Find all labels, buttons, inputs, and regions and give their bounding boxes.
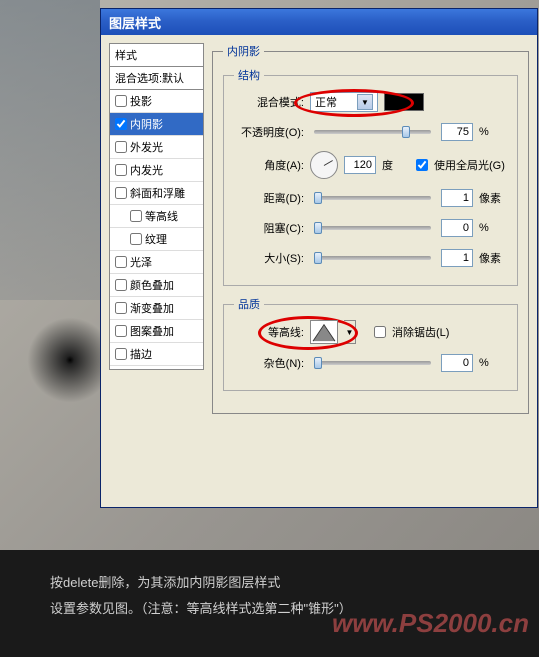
angle-input[interactable]: [344, 156, 376, 174]
angle-unit: 度: [382, 157, 410, 173]
chevron-down-icon: ▼: [357, 94, 373, 110]
style-item[interactable]: 外发光: [110, 136, 203, 159]
style-label: 纹理: [145, 231, 167, 247]
style-item[interactable]: 光泽: [110, 251, 203, 274]
choke-input[interactable]: [441, 219, 473, 237]
style-label: 内发光: [130, 162, 163, 178]
opacity-input[interactable]: [441, 123, 473, 141]
choke-label: 阻塞(C):: [234, 220, 304, 236]
style-label: 颜色叠加: [130, 277, 174, 293]
style-label: 外发光: [130, 139, 163, 155]
style-checkbox[interactable]: [115, 164, 127, 176]
style-label: 等高线: [145, 208, 178, 224]
global-light-checkbox[interactable]: [416, 159, 428, 171]
structure-group: 结构 混合模式: 正常 ▼ 不透明度(O): %: [223, 67, 518, 286]
style-item[interactable]: 斜面和浮雕: [110, 182, 203, 205]
tutorial-caption: 按delete删除，为其添加内阴影图层样式 设置参数见图。（注意：等高线样式选第…: [0, 550, 539, 657]
style-checkbox[interactable]: [115, 302, 127, 314]
distance-label: 距离(D):: [234, 190, 304, 206]
style-label: 光泽: [130, 254, 152, 270]
choke-slider[interactable]: [314, 226, 431, 230]
opacity-label: 不透明度(O):: [234, 124, 304, 140]
styles-list: 投影内阴影外发光内发光斜面和浮雕等高线纹理光泽颜色叠加渐变叠加图案叠加描边: [109, 90, 204, 370]
blend-mode-label: 混合模式:: [234, 94, 304, 110]
noise-slider[interactable]: [314, 361, 431, 365]
style-item[interactable]: 等高线: [110, 205, 203, 228]
layer-style-dialog: 图层样式 样式 混合选项:默认 投影内阴影外发光内发光斜面和浮雕等高线纹理光泽颜…: [100, 8, 538, 508]
size-slider[interactable]: [314, 256, 431, 260]
style-checkbox[interactable]: [115, 256, 127, 268]
style-checkbox[interactable]: [115, 141, 127, 153]
style-checkbox[interactable]: [115, 95, 127, 107]
structure-legend: 结构: [234, 67, 264, 83]
style-item[interactable]: 纹理: [110, 228, 203, 251]
antialias-checkbox[interactable]: [374, 326, 386, 338]
style-label: 图案叠加: [130, 323, 174, 339]
antialias-label: 消除锯齿(L): [392, 324, 449, 340]
style-label: 投影: [130, 93, 152, 109]
style-item[interactable]: 描边: [110, 343, 203, 366]
style-checkbox[interactable]: [130, 233, 142, 245]
distance-slider[interactable]: [314, 196, 431, 200]
contour-label: 等高线:: [234, 324, 304, 340]
sidebar-header[interactable]: 样式: [109, 43, 204, 67]
style-checkbox[interactable]: [115, 187, 127, 199]
style-item[interactable]: 图案叠加: [110, 320, 203, 343]
quality-legend: 品质: [234, 296, 264, 312]
noise-label: 杂色(N):: [234, 355, 304, 371]
style-checkbox[interactable]: [115, 279, 127, 291]
shadow-color-swatch[interactable]: [384, 93, 424, 111]
style-item[interactable]: 颜色叠加: [110, 274, 203, 297]
style-item[interactable]: 内发光: [110, 159, 203, 182]
blend-mode-dropdown[interactable]: 正常 ▼: [310, 92, 378, 112]
blend-mode-value: 正常: [315, 94, 337, 110]
style-label: 内阴影: [130, 116, 163, 132]
angle-label: 角度(A):: [234, 157, 304, 173]
noise-unit: %: [479, 357, 507, 369]
style-label: 描边: [130, 346, 152, 362]
style-label: 斜面和浮雕: [130, 185, 185, 201]
opacity-slider[interactable]: [314, 130, 431, 134]
contour-picker[interactable]: [310, 320, 338, 344]
style-item[interactable]: 内阴影: [110, 113, 203, 136]
style-item[interactable]: 投影: [110, 90, 203, 113]
choke-unit: %: [479, 222, 507, 234]
styles-sidebar: 样式 混合选项:默认 投影内阴影外发光内发光斜面和浮雕等高线纹理光泽颜色叠加渐变…: [109, 43, 204, 499]
quality-group: 品质 等高线: ▼ 消除锯齿(L) 杂色(N):: [223, 296, 518, 391]
distance-unit: 像素: [479, 190, 507, 206]
opacity-unit: %: [479, 126, 507, 138]
blend-options[interactable]: 混合选项:默认: [109, 67, 204, 90]
titlebar[interactable]: 图层样式: [101, 9, 537, 35]
distance-input[interactable]: [441, 189, 473, 207]
inner-shadow-panel: 内阴影 结构 混合模式: 正常 ▼ 不透明度(O):: [212, 43, 529, 414]
style-checkbox[interactable]: [115, 325, 127, 337]
panel-title: 内阴影: [223, 43, 264, 59]
caption-line-1: 按delete删除，为其添加内阴影图层样式: [50, 570, 489, 596]
angle-dial[interactable]: [310, 151, 338, 179]
style-item[interactable]: 渐变叠加: [110, 297, 203, 320]
watermark: www.PS2000.cn: [332, 597, 529, 649]
style-checkbox[interactable]: [130, 210, 142, 222]
chevron-down-icon[interactable]: ▼: [344, 320, 356, 344]
style-checkbox[interactable]: [115, 348, 127, 360]
size-label: 大小(S):: [234, 250, 304, 266]
size-input[interactable]: [441, 249, 473, 267]
style-checkbox[interactable]: [115, 118, 127, 130]
size-unit: 像素: [479, 250, 507, 266]
style-label: 渐变叠加: [130, 300, 174, 316]
global-light-label: 使用全局光(G): [434, 157, 505, 173]
noise-input[interactable]: [441, 354, 473, 372]
